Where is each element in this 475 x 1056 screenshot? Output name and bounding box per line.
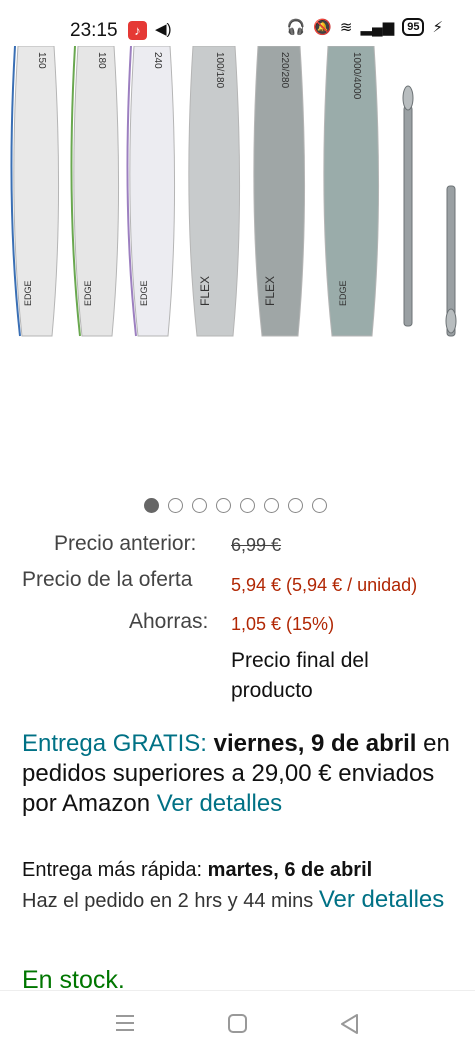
status-icons: 🎧 🔕 ≋ ▂▄▆ 95 ⚡ <box>287 18 443 36</box>
bell-muted-icon: 🔕 <box>313 19 332 36</box>
nail-file-grit: 180 <box>96 52 107 69</box>
offer-price-label: Precio de la oferta <box>22 568 193 591</box>
free-delivery-prefix: Entrega GRATIS: <box>22 730 207 757</box>
nail-file-grit: 240 <box>152 52 163 69</box>
gallery-dot[interactable] <box>312 498 327 513</box>
system-nav-bar <box>0 990 475 1056</box>
wifi-icon: ≋ <box>339 19 353 36</box>
gallery-pagination[interactable] <box>144 498 327 513</box>
fast-delivery-details-link[interactable]: Ver detalles <box>319 886 444 913</box>
gallery-dot[interactable] <box>240 498 255 513</box>
offer-price-value: 5,94 € (5,94 € / unidad) <box>231 575 418 595</box>
nail-file-grit: 150 <box>36 52 47 69</box>
headphones-icon: 🎧 <box>286 19 306 36</box>
nail-file-shape <box>253 46 306 337</box>
menu-nav-icon[interactable] <box>114 1013 136 1033</box>
signal-icon: ▂▄▆ <box>360 19 395 36</box>
gallery-dot[interactable] <box>192 498 207 513</box>
old-price-value: 6,99 € <box>231 535 282 555</box>
product-image-gallery[interactable]: 150 EDGE 180 EDGE 240 EDGE 100/180 FLEX 220/280 F… <box>0 46 475 446</box>
gallery-dot[interactable] <box>288 498 303 513</box>
delivery-date: viernes, 9 de abril <box>213 730 417 757</box>
music-notification-icon: ♪ <box>128 21 147 40</box>
nail-file-label: EDGE <box>139 280 149 306</box>
back-nav-icon[interactable] <box>339 1013 361 1035</box>
gallery-dot[interactable] <box>168 498 183 513</box>
nail-file-shape <box>73 46 120 337</box>
nail-file-label: EDGE <box>23 280 33 306</box>
cuticle-pusher <box>402 85 414 327</box>
gallery-dot[interactable] <box>264 498 279 513</box>
nail-file-label: EDGE <box>83 280 93 306</box>
battery-icon: 95 <box>402 18 425 36</box>
gallery-dot[interactable] <box>144 498 159 513</box>
nail-file-shape <box>188 46 241 337</box>
charging-icon: ⚡ <box>432 19 443 36</box>
cuticle-pusher <box>445 185 457 337</box>
delivery-info: Entrega GRATIS: viernes, 9 de abril en p… <box>22 729 462 819</box>
savings-label: Ahorras: <box>129 610 209 633</box>
nail-file-grit: 220/280 <box>279 52 290 89</box>
nail-file-shape <box>129 46 176 337</box>
fast-delivery-date: martes, 6 de abril <box>207 859 373 881</box>
gallery-dot[interactable] <box>216 498 231 513</box>
final-price-note: Precio final del producto <box>231 649 369 702</box>
nail-file-grit: 1000/4000 <box>351 52 362 100</box>
status-bar: 23:15 ♪ ◀) 🎧 🔕 ≋ ▂▄▆ 95 ⚡ <box>0 0 475 46</box>
nail-file-label: EDGE <box>338 280 348 306</box>
fast-delivery-label: Entrega más rápida: <box>22 859 203 881</box>
product-image: 150 EDGE 180 EDGE 240 EDGE 100/180 FLEX 220/280 F… <box>10 46 457 337</box>
order-countdown: Haz el pedido en 2 hrs y 44 mins <box>22 890 314 912</box>
savings-value: 1,05 € (15%) <box>231 614 335 634</box>
status-time: 23:15 <box>70 20 118 41</box>
fast-delivery-info: Entrega más rápida: martes, 6 de abril H… <box>22 855 462 916</box>
home-nav-icon[interactable] <box>227 1013 249 1035</box>
volume-icon: ◀) <box>155 21 172 38</box>
nail-file-shape <box>13 46 60 337</box>
old-price-label: Precio anterior: <box>54 532 197 555</box>
nail-file-grit: 100/180 <box>214 52 225 89</box>
nail-file-label: FLEX <box>263 276 277 306</box>
delivery-details-link[interactable]: Ver detalles <box>157 790 282 817</box>
nail-file-label: FLEX <box>198 276 212 306</box>
